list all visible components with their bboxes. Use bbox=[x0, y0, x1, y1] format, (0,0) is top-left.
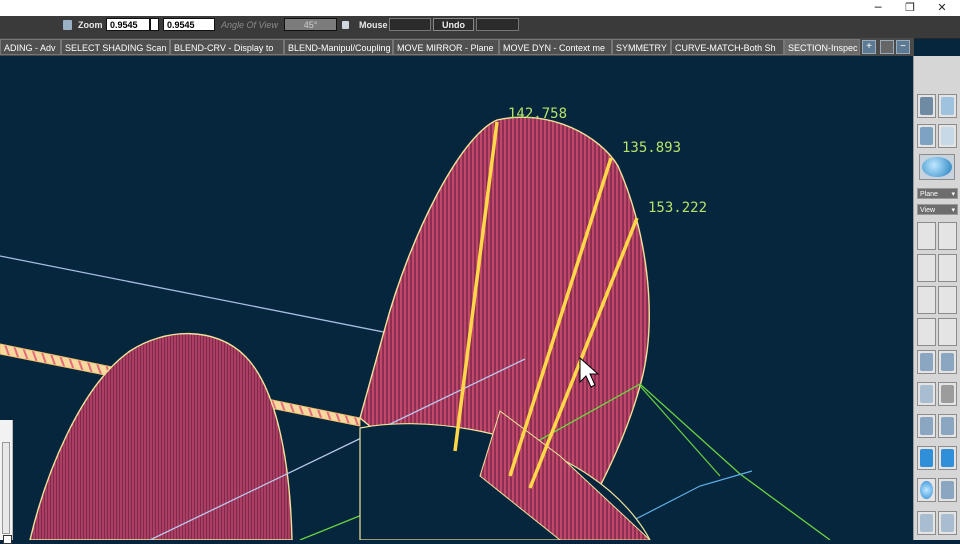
zoom-out-icon[interactable] bbox=[917, 446, 936, 470]
restore-button[interactable]: ❐ bbox=[894, 0, 926, 16]
view-toolbar: Zoom 0.9545 0.9545 Angle Of View 45° Mou… bbox=[0, 16, 960, 39]
command-tab-bar: ADING - Adv SELECT SHADING Scan BLEND-CR… bbox=[0, 38, 914, 56]
tab-blend-crv[interactable]: BLEND-CRV - Display to bbox=[170, 39, 284, 55]
eye-icon[interactable] bbox=[917, 94, 936, 118]
copy-icon[interactable] bbox=[938, 414, 957, 438]
view-axis-zy-icon[interactable] bbox=[938, 286, 957, 314]
zoom-spin[interactable] bbox=[150, 18, 159, 31]
tab-section-inspect[interactable]: SECTION-Inspec bbox=[784, 39, 860, 55]
close-button[interactable]: ✕ bbox=[926, 0, 958, 16]
zoom-field-2[interactable]: 0.9545 bbox=[163, 18, 215, 31]
zoom-window-icon[interactable] bbox=[938, 478, 957, 502]
tab-select-shading-scan[interactable]: SELECT SHADING Scan bbox=[61, 39, 170, 55]
pan-icon[interactable] bbox=[917, 350, 936, 374]
tab-move-mirror-plane[interactable]: MOVE MIRROR - Plane bbox=[393, 39, 499, 55]
minimize-button[interactable]: ─ bbox=[862, 0, 894, 16]
layers-icon[interactable] bbox=[938, 382, 957, 406]
zoom-field-1[interactable]: 0.9545 bbox=[106, 18, 150, 31]
3d-viewport[interactable]: 142.758 135.893 153.222 bbox=[0, 56, 913, 540]
tab-move-dyn[interactable]: MOVE DYN - Context me bbox=[499, 39, 612, 55]
measurement-label-1: 142.758 bbox=[508, 106, 567, 122]
tab-collapse-icon[interactable]: − bbox=[896, 40, 910, 54]
left-dock-panel bbox=[0, 420, 13, 544]
cube-icon[interactable] bbox=[917, 124, 936, 148]
view-axis-zx-icon[interactable] bbox=[917, 222, 936, 250]
view-axis-y-icon[interactable] bbox=[917, 254, 936, 282]
window-titlebar: ─ ❐ ✕ bbox=[0, 0, 960, 16]
view-axis-y2-icon[interactable] bbox=[938, 318, 957, 346]
rotate-icon[interactable] bbox=[938, 350, 957, 374]
select-icon[interactable] bbox=[917, 511, 936, 535]
left-dock-scroll[interactable] bbox=[2, 442, 12, 544]
measurement-label-2: 135.893 bbox=[622, 140, 681, 156]
mouse-label: Mouse bbox=[359, 20, 388, 30]
sphere-render-icon[interactable] bbox=[919, 154, 955, 180]
add-tab-icon[interactable]: + bbox=[862, 40, 876, 54]
tab-blend-manipul-coupling[interactable]: BLEND-Manipul/Coupling bbox=[284, 39, 393, 55]
view-axis-yx-icon[interactable] bbox=[938, 254, 957, 282]
mouse-field[interactable] bbox=[389, 18, 431, 31]
tab-shading-adv[interactable]: ADING - Adv bbox=[0, 39, 61, 55]
eraser-icon[interactable] bbox=[917, 382, 936, 406]
tab-curve-match[interactable]: CURVE-MATCH-Both Sh bbox=[671, 39, 784, 55]
view-axis-x-icon[interactable] bbox=[938, 222, 957, 250]
snap-icon[interactable] bbox=[938, 511, 957, 535]
view-axis-yz-icon[interactable] bbox=[917, 286, 936, 314]
help-icon[interactable] bbox=[917, 414, 936, 438]
view-dropdown[interactable]: View bbox=[917, 204, 958, 216]
undo-field[interactable] bbox=[476, 18, 519, 31]
measurement-label-3: 153.222 bbox=[648, 200, 707, 216]
mouse-icon bbox=[342, 21, 349, 29]
angle-of-view-field[interactable]: 45° bbox=[284, 18, 337, 31]
tab-symmetry[interactable]: SYMMETRY bbox=[612, 39, 671, 55]
paint-icon[interactable] bbox=[938, 94, 957, 118]
tab-menu-icon[interactable] bbox=[880, 40, 894, 54]
undo-button[interactable]: Undo bbox=[433, 18, 474, 31]
angle-of-view-label: Angle Of View bbox=[221, 20, 278, 30]
construction-line-green-2 bbox=[639, 385, 721, 477]
fit-view-icon[interactable] bbox=[917, 478, 936, 502]
view-axis-zx2-icon[interactable] bbox=[917, 318, 936, 346]
zoom-icon[interactable] bbox=[63, 20, 72, 30]
right-tool-panel: Plane View bbox=[913, 56, 960, 540]
zoom-in-icon[interactable] bbox=[938, 446, 957, 470]
light-bulb-icon[interactable] bbox=[938, 124, 957, 148]
plane-dropdown[interactable]: Plane bbox=[917, 188, 958, 200]
zoom-label: Zoom bbox=[78, 20, 103, 30]
